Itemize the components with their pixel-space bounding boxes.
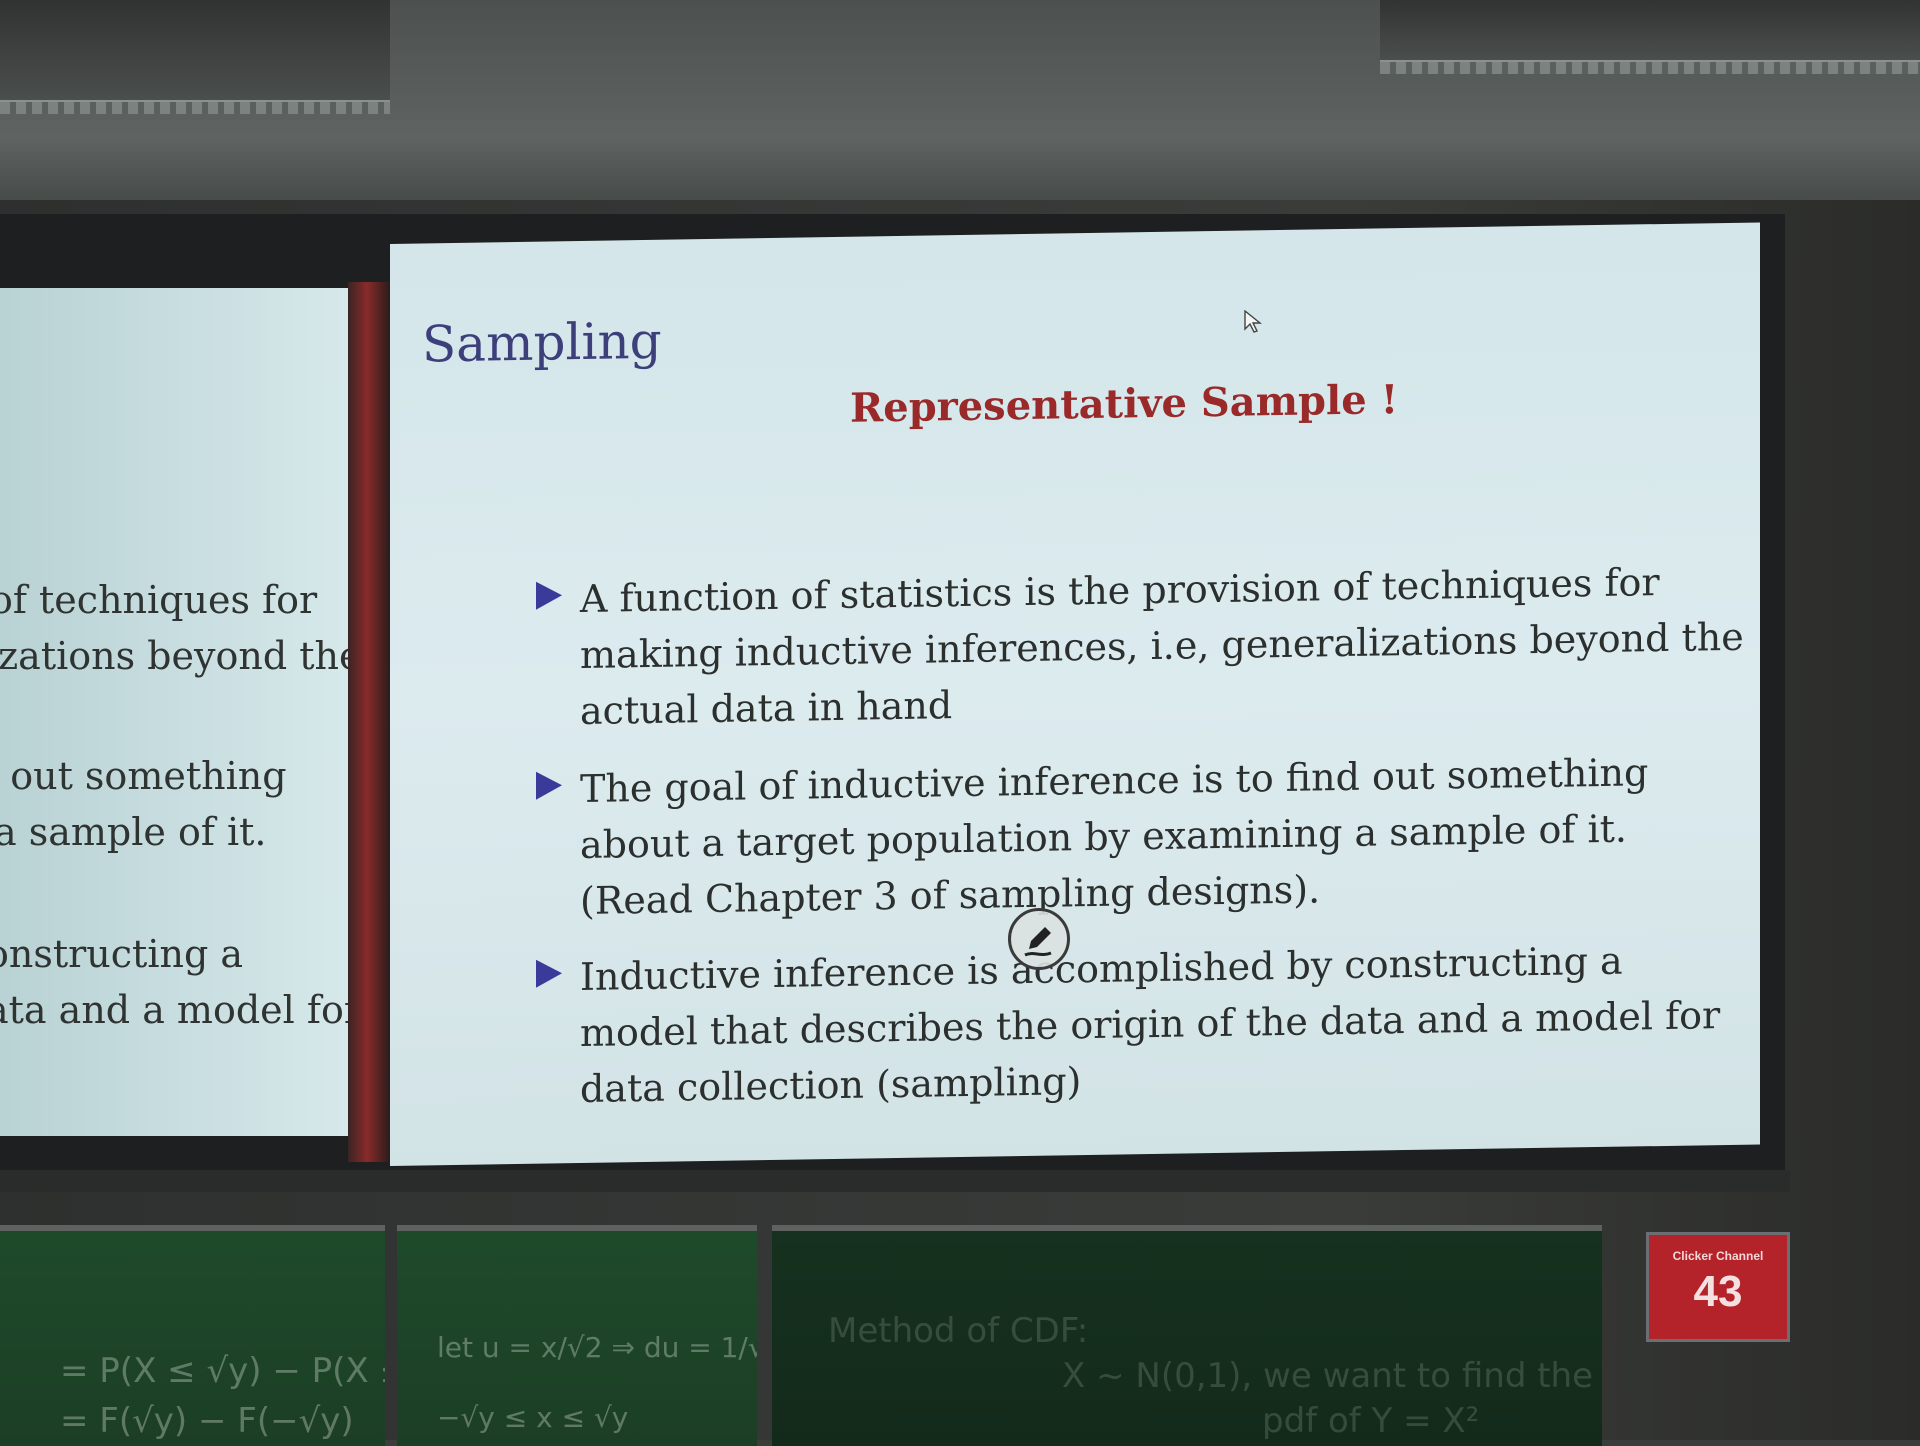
left-projection-panel: of techniques for izations beyond the l … <box>0 288 348 1136</box>
bullet-item: The goal of inductive inference is to fi… <box>536 742 1760 923</box>
slide-subtitle: Representative Sample ! <box>850 376 1399 432</box>
chalk-writing: −√y ≤ x ≤ √y <box>437 1401 629 1434</box>
triangle-bullet-icon <box>536 771 562 800</box>
pencil-icon <box>1024 927 1052 957</box>
bullet-text: Inductive inference is accomplished by c… <box>580 938 1721 1112</box>
chalkboard-3: Method of CDF: X ~ N(0,1), we want to fi… <box>772 1225 1602 1446</box>
chalk-writing: Method of CDF: <box>828 1311 1089 1351</box>
slide-title: Sampling <box>422 311 662 374</box>
chalk-writing: let u = x/√2 ⇒ du = 1/√2 dx <box>437 1331 757 1364</box>
clicker-channel-label: Clicker Channel <box>1672 1249 1764 1263</box>
bullet-item: A function of statistics is the provisio… <box>536 552 1760 733</box>
clicker-channel-sign: Clicker Channel 43 <box>1646 1232 1790 1342</box>
bullet-item: Inductive inference is accomplished by c… <box>536 930 1760 1111</box>
chalk-writing: = F(√y) − F(−√y) <box>60 1401 354 1441</box>
clicker-channel-number: 43 <box>1693 1267 1743 1316</box>
bullet-text: A function of statistics is the provisio… <box>580 560 1744 734</box>
chalk-writing: pdf of Y = X² <box>1262 1401 1480 1441</box>
triangle-bullet-icon <box>536 959 562 988</box>
pen-annotation-icon[interactable] <box>1008 908 1070 970</box>
triangle-bullet-icon <box>536 581 562 610</box>
left-slide-line: ata and a model for <box>0 988 348 1032</box>
main-slide: Sampling Representative Sample ! A funct… <box>390 222 1760 1166</box>
bullet-text: The goal of inductive inference is to fi… <box>580 750 1649 924</box>
chalk-writing: = P(X ≤ √y) − P(X ≤ −√y) <box>60 1351 385 1391</box>
left-slide-line: izations beyond the <box>0 634 348 678</box>
left-slide-line: a sample of it. <box>0 810 267 854</box>
left-slide-line: of techniques for <box>0 578 318 622</box>
ceiling-light-right <box>1380 0 1920 74</box>
mouse-pointer-icon <box>1244 310 1262 333</box>
chalkboard-2: let u = x/√2 ⇒ du = 1/√2 dx −√y ≤ x ≤ √y <box>397 1225 757 1446</box>
left-slide-line: l out something <box>0 754 287 798</box>
left-slide-line: onstructing a <box>0 932 244 976</box>
ceiling-light-left <box>0 0 390 114</box>
screen-bottom-rail <box>0 1170 1790 1192</box>
screen-divider <box>348 282 390 1162</box>
chalkboard-1: = P(X ≤ √y) − P(X ≤ −√y) = F(√y) − F(−√y… <box>0 1225 385 1446</box>
chalk-writing: X ~ N(0,1), we want to find the <box>1062 1356 1594 1396</box>
